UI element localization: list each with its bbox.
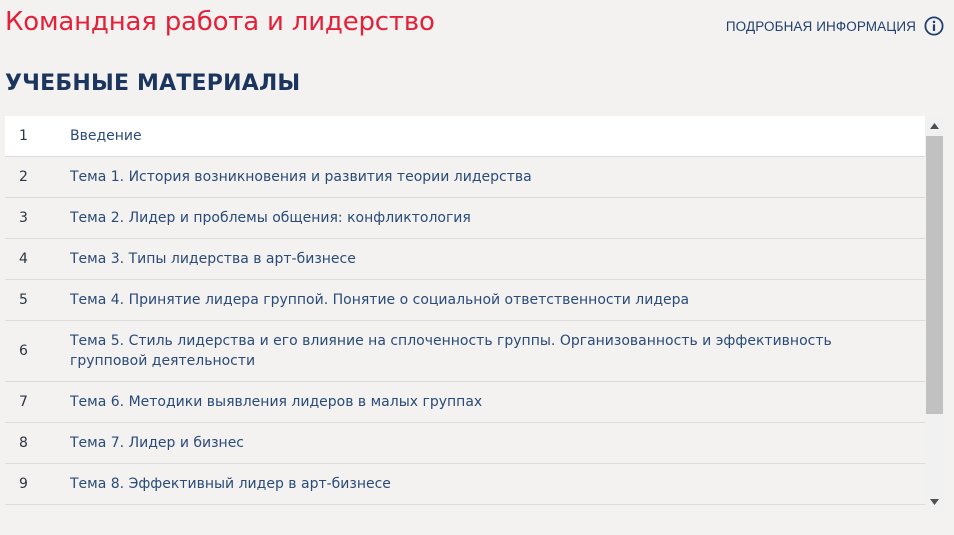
info-icon[interactable]: [924, 16, 944, 36]
item-number: 8: [19, 435, 28, 451]
material-item-9[interactable]: 9 Тема 8. Эффективный лидер в арт-бизнес…: [5, 464, 925, 505]
item-title[interactable]: Тема 1. История возникновения и развития…: [70, 157, 925, 197]
item-number: 9: [19, 476, 28, 492]
item-number: 2: [19, 169, 28, 185]
material-item-5[interactable]: 5 Тема 4. Принятие лидера группой. Понят…: [5, 280, 925, 321]
item-number: 7: [19, 394, 28, 410]
item-number: 3: [19, 210, 28, 226]
item-title[interactable]: Введение: [70, 116, 925, 156]
section-title: УЧЕБНЫЕ МАТЕРИАЛЫ: [5, 71, 301, 96]
item-number: 1: [19, 128, 28, 144]
materials-list: 1 Введение 2 Тема 1. История возникновен…: [5, 116, 925, 505]
item-title[interactable]: Тема 2. Лидер и проблемы общения: конфли…: [70, 198, 925, 238]
item-title[interactable]: Тема 3. Типы лидерства в арт-бизнесе: [70, 239, 925, 279]
material-item-8[interactable]: 8 Тема 7. Лидер и бизнес: [5, 423, 925, 464]
item-number: 4: [19, 251, 28, 267]
item-title[interactable]: Тема 7. Лидер и бизнес: [70, 423, 925, 463]
course-title: Командная работа и лидерство: [5, 7, 435, 37]
item-title[interactable]: Тема 6. Методики выявления лидеров в мал…: [70, 382, 925, 422]
list-scrollbar[interactable]: [925, 116, 944, 512]
material-item-6[interactable]: 6 Тема 5. Стиль лидерства и его влияние …: [5, 321, 925, 382]
item-title[interactable]: Тема 8. Эффективный лидер в арт-бизнесе: [70, 464, 925, 504]
scroll-thumb[interactable]: [926, 136, 943, 414]
material-item-1[interactable]: 1 Введение: [5, 116, 925, 157]
materials-list-viewport: 1 Введение 2 Тема 1. История возникновен…: [5, 116, 925, 509]
item-title[interactable]: Тема 4. Принятие лидера группой. Понятие…: [70, 280, 925, 320]
material-item-4[interactable]: 4 Тема 3. Типы лидерства в арт-бизнесе: [5, 239, 925, 280]
material-item-3[interactable]: 3 Тема 2. Лидер и проблемы общения: конф…: [5, 198, 925, 239]
scroll-down-arrow-icon[interactable]: [925, 492, 944, 512]
details-label[interactable]: ПОДРОБНАЯ ИНФОРМАЦИЯ: [726, 19, 916, 34]
item-number: 5: [19, 292, 28, 308]
item-number: 6: [19, 343, 28, 359]
material-item-2[interactable]: 2 Тема 1. История возникновения и развит…: [5, 157, 925, 198]
details-link[interactable]: ПОДРОБНАЯ ИНФОРМАЦИЯ: [726, 15, 944, 37]
scroll-up-arrow-icon[interactable]: [925, 116, 944, 136]
material-item-7[interactable]: 7 Тема 6. Методики выявления лидеров в м…: [5, 382, 925, 423]
item-title[interactable]: Тема 5. Стиль лидерства и его влияние на…: [70, 321, 925, 381]
